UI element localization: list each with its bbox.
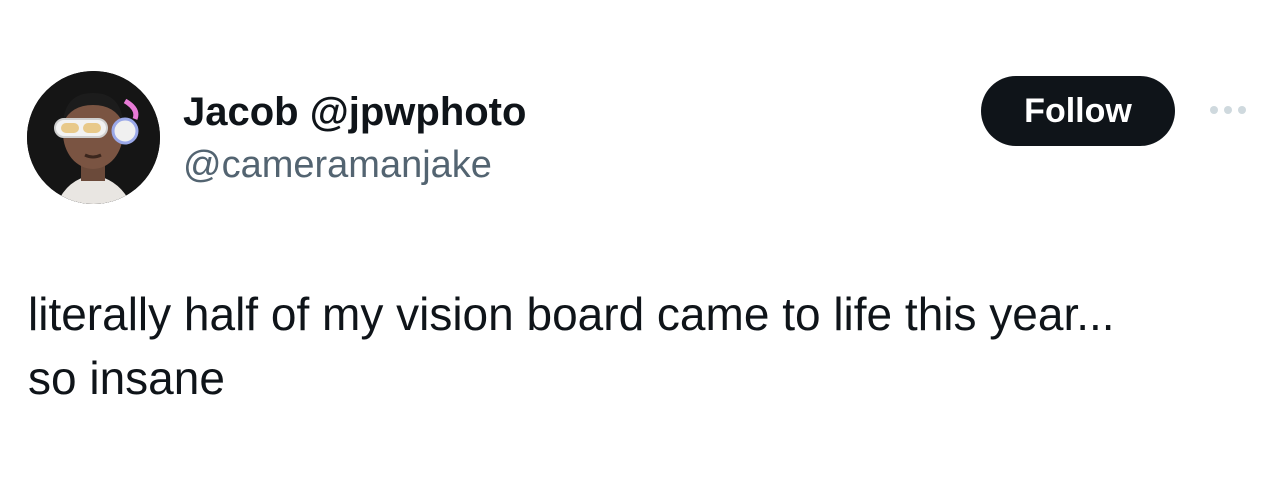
tweet-card: Jacob @jpwphoto @cameramanjake Follow li… xyxy=(0,0,1280,480)
tweet-text: literally half of my vision board came t… xyxy=(28,282,1248,410)
user-handle[interactable]: @cameramanjake xyxy=(183,142,492,188)
profile-photo-icon xyxy=(27,71,160,204)
more-horizontal-icon xyxy=(1207,106,1249,114)
avatar[interactable] xyxy=(27,71,160,204)
follow-button[interactable]: Follow xyxy=(981,76,1175,146)
tweet-text-line: literally half of my vision board came t… xyxy=(28,288,1115,340)
tweet-text-line: so insane xyxy=(28,352,225,404)
display-name[interactable]: Jacob @jpwphoto xyxy=(183,88,526,136)
more-options-button[interactable] xyxy=(1200,92,1256,128)
